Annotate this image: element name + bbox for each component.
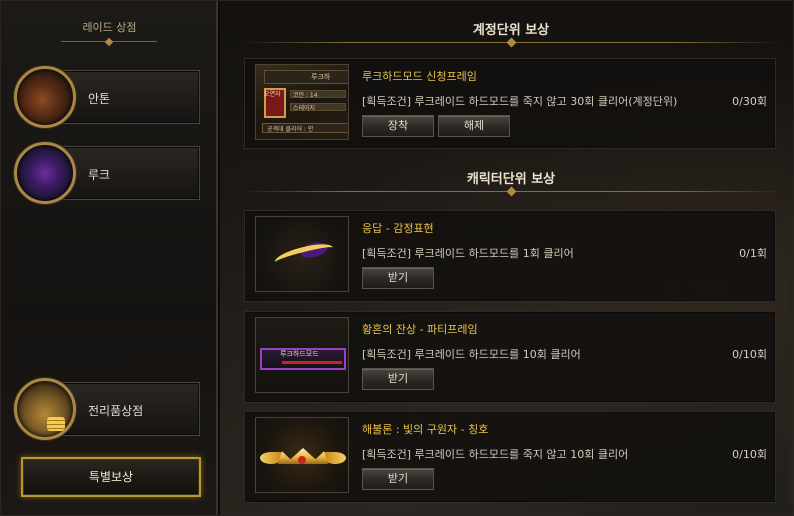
- receive-button[interactable]: 받기: [362, 468, 434, 490]
- reward-progress-count: 0/1회: [739, 247, 767, 260]
- reward-progress-count: 0/10회: [732, 348, 767, 361]
- anton-portrait-icon: [14, 66, 76, 128]
- frame-preview-image: 루크하 오연자 코인 : 14 스테이지 공격대 클리어 : 안: [255, 64, 349, 140]
- sidebar-item-anton[interactable]: 안톤: [14, 66, 201, 128]
- sidebar-item-label: 전리품상점: [88, 404, 144, 418]
- frame-preview-cell: 오연자: [264, 88, 286, 118]
- character-section-divider: [241, 188, 781, 196]
- reward-condition: [획득조건] 루크레이드 하드모드를 10회 클리어: [362, 348, 581, 361]
- reward-progress-count: 0/10회: [732, 448, 767, 461]
- account-section-divider: [241, 39, 781, 47]
- reward-panel: 계정단위 보상 루크하 오연자 코인 : 14 스테이지 공격대 클리어: 안…: [220, 1, 793, 515]
- sidebar-title-ornament: [61, 39, 157, 45]
- emote-preview-image: [255, 216, 349, 292]
- frame-preview-bottom: 공격대 클리어 : 안: [262, 123, 348, 133]
- reward-name: 응답 - 감정표현: [362, 222, 434, 235]
- receive-button[interactable]: 받기: [362, 368, 434, 390]
- sidebar-item-loot-shop[interactable]: 전리품상점: [14, 378, 201, 440]
- party-frame-preview-label: 루크하드모드: [280, 350, 319, 358]
- account-section-title: 계정단위 보상: [472, 23, 550, 38]
- frame-preview-bottom-text: 공격대 클리어 : 안: [267, 126, 314, 133]
- reward-condition: [획득조건] 루크레이드 하드모드를 죽지 않고 30회 클리어(계정단위): [362, 95, 678, 108]
- frame-preview-tag: 오연자: [264, 91, 281, 98]
- reward-name: 황혼의 잔상 - 파티프레임: [362, 323, 478, 336]
- reward-condition: [획득조건] 루크레이드 하드모드를 죽지 않고 10회 클리어: [362, 448, 629, 461]
- luke-portrait-icon: [14, 142, 76, 204]
- special-reward-button[interactable]: 특별보상: [21, 457, 201, 497]
- character-reward-row: 응답 - 감정표현 [획득조건] 루크레이드 하드모드를 1회 클리어 0/1회…: [244, 210, 776, 302]
- sidebar-item-label: 루크: [88, 168, 111, 182]
- frame-preview-head-text: 루크하: [311, 73, 331, 81]
- account-reward-row: 루크하 오연자 코인 : 14 스테이지 공격대 클리어 : 안 루크하드모드 …: [244, 58, 776, 149]
- reward-progress-count: 0/30회: [732, 95, 767, 108]
- reward-name: 해불론 : 빛의 구원자 - 칭호: [362, 423, 489, 436]
- character-section-title: 캐릭터단위 보상: [466, 172, 556, 187]
- reward-list-scrollbar[interactable]: [788, 216, 793, 506]
- sidebar: 레이드 상점 안톤 루크 전리품상점 특별보상: [1, 1, 218, 515]
- character-reward-row: 해불론 : 빛의 구원자 - 칭호 [획득조건] 루크레이드 하드모드를 죽지 …: [244, 411, 776, 503]
- frame-preview-line2: 스테이지: [293, 105, 316, 112]
- unequip-button[interactable]: 해제: [438, 115, 510, 137]
- sidebar-item-label: 안톤: [88, 92, 111, 106]
- frame-preview-line: 스테이지: [290, 103, 346, 112]
- character-reward-row: 루크하드모드 황혼의 잔상 - 파티프레임 [획득조건] 루크레이드 하드모드를…: [244, 311, 776, 403]
- raid-shop-window: 레이드 상점 안톤 루크 전리품상점 특별보상 계정단위 보상 루크하 오연자 …: [0, 0, 794, 516]
- equip-button[interactable]: 장착: [362, 115, 434, 137]
- treasure-chest-icon: [14, 378, 76, 440]
- sidebar-item-luke[interactable]: 루크: [14, 142, 201, 204]
- party-frame-preview-image: 루크하드모드: [255, 317, 349, 393]
- receive-button[interactable]: 받기: [362, 267, 434, 289]
- sidebar-title: 레이드 상점: [82, 21, 137, 34]
- reward-condition: [획득조건] 루크레이드 하드모드를 1회 클리어: [362, 247, 574, 260]
- frame-preview-line: 코인 : 14: [290, 90, 346, 99]
- reward-name: 루크하드모드 신청프레임: [362, 70, 477, 83]
- frame-preview-header: 루크하: [264, 70, 348, 84]
- title-preview-image: [255, 417, 349, 493]
- frame-preview-line1: 코인 : 14: [293, 92, 318, 99]
